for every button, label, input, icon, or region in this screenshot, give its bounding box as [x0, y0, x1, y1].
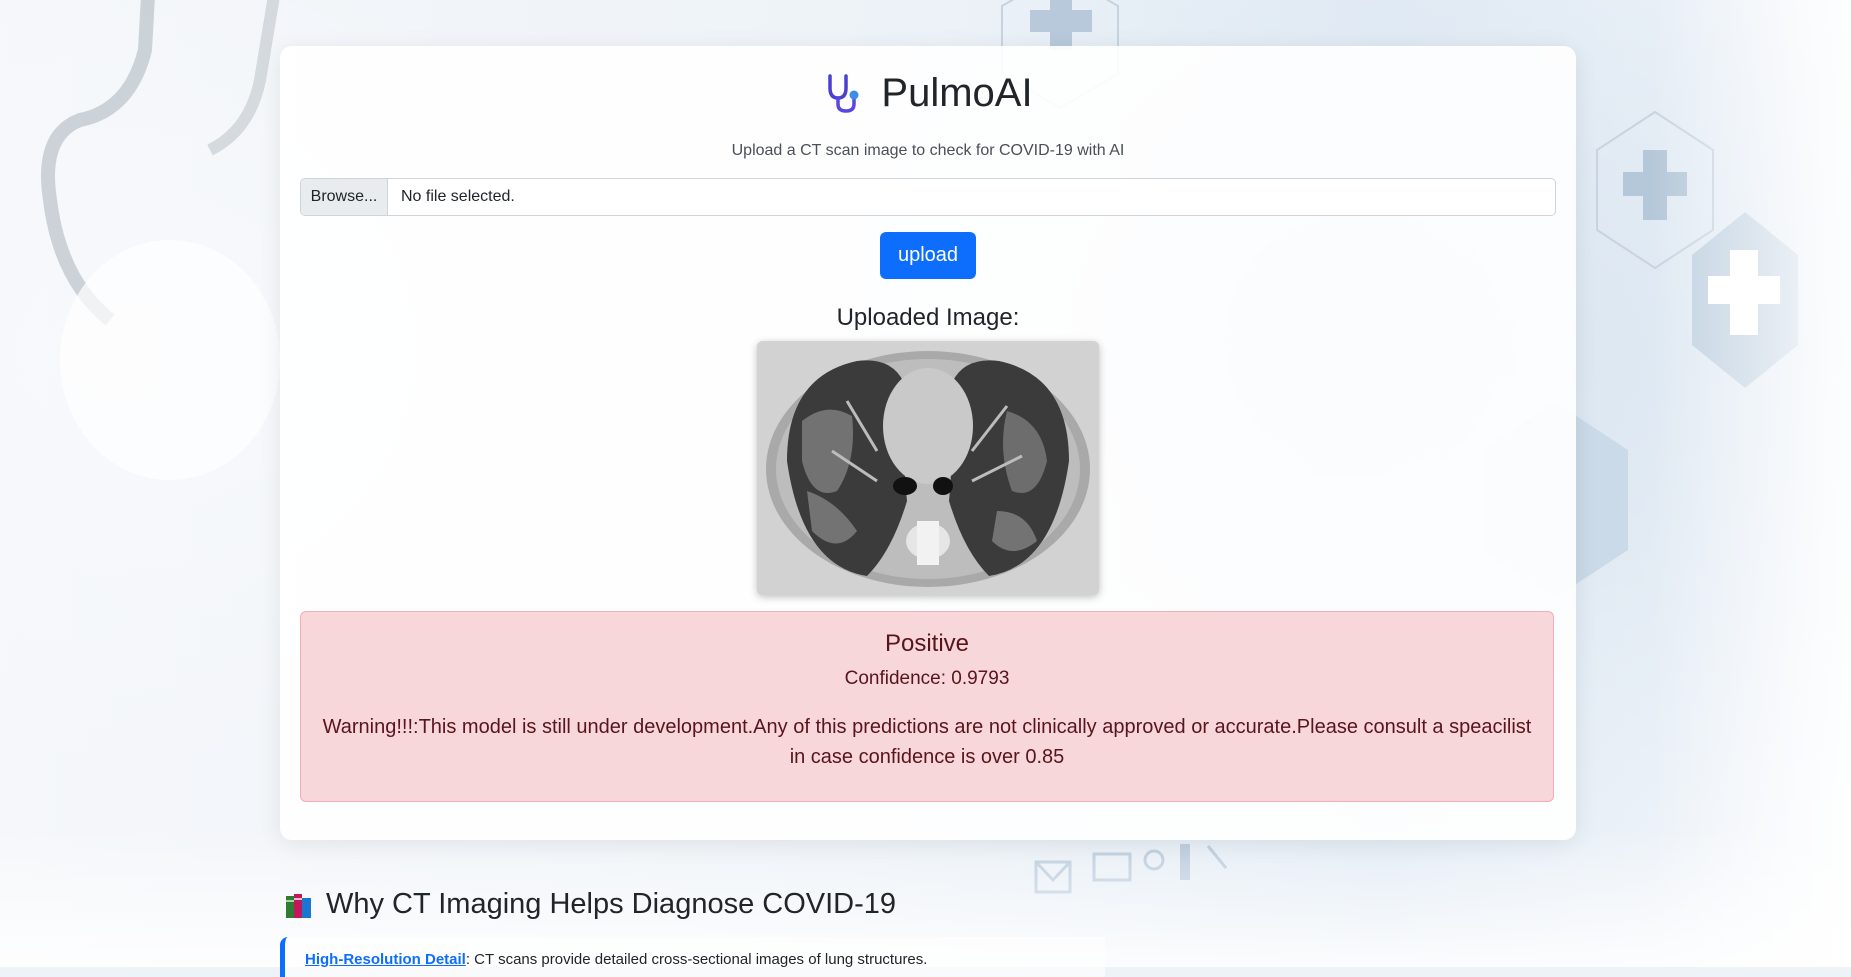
- info-item-description: : CT scans provide detailed cross-sectio…: [465, 951, 928, 968]
- info-section-header: Why CT Imaging Helps Diagnose COVID-19: [284, 888, 896, 921]
- app-title: PulmoAI: [881, 70, 1033, 115]
- info-item-text: High-Resolution Detail: CT scans provide…: [305, 951, 927, 968]
- info-item-term: High-Resolution Detail: [305, 951, 466, 968]
- header: PulmoAI: [280, 70, 1576, 116]
- info-section-title: Why CT Imaging Helps Diagnose COVID-19: [326, 888, 897, 920]
- stethoscope-decoration: [41, 0, 280, 480]
- info-item: High-Resolution Detail: CT scans provide…: [280, 937, 1105, 977]
- upload-button[interactable]: upload: [880, 232, 976, 279]
- subtitle: Upload a CT scan image to check for COVI…: [731, 142, 1125, 159]
- confidence-score: Confidence: 0.9793: [844, 668, 1010, 689]
- prediction-label: Positive: [884, 630, 970, 657]
- uploaded-ct-image: [757, 341, 1099, 595]
- warning-text: Warning!!!:This model is still under dev…: [322, 716, 1532, 768]
- result-alert: Positive Confidence: 0.9793 Warning!!!:T…: [300, 611, 1554, 802]
- stethoscope-icon: [828, 74, 859, 113]
- upload-card: PulmoAI Upload a CT scan image to check …: [280, 46, 1576, 840]
- books-icon: [286, 893, 311, 918]
- file-status: No file selected.: [401, 188, 515, 205]
- uploaded-image-heading: Uploaded Image:: [836, 304, 1020, 331]
- background-fade: [1651, 0, 1851, 967]
- file-input[interactable]: Browse... No file selected.: [300, 178, 1556, 216]
- browse-button[interactable]: Browse...: [301, 179, 388, 215]
